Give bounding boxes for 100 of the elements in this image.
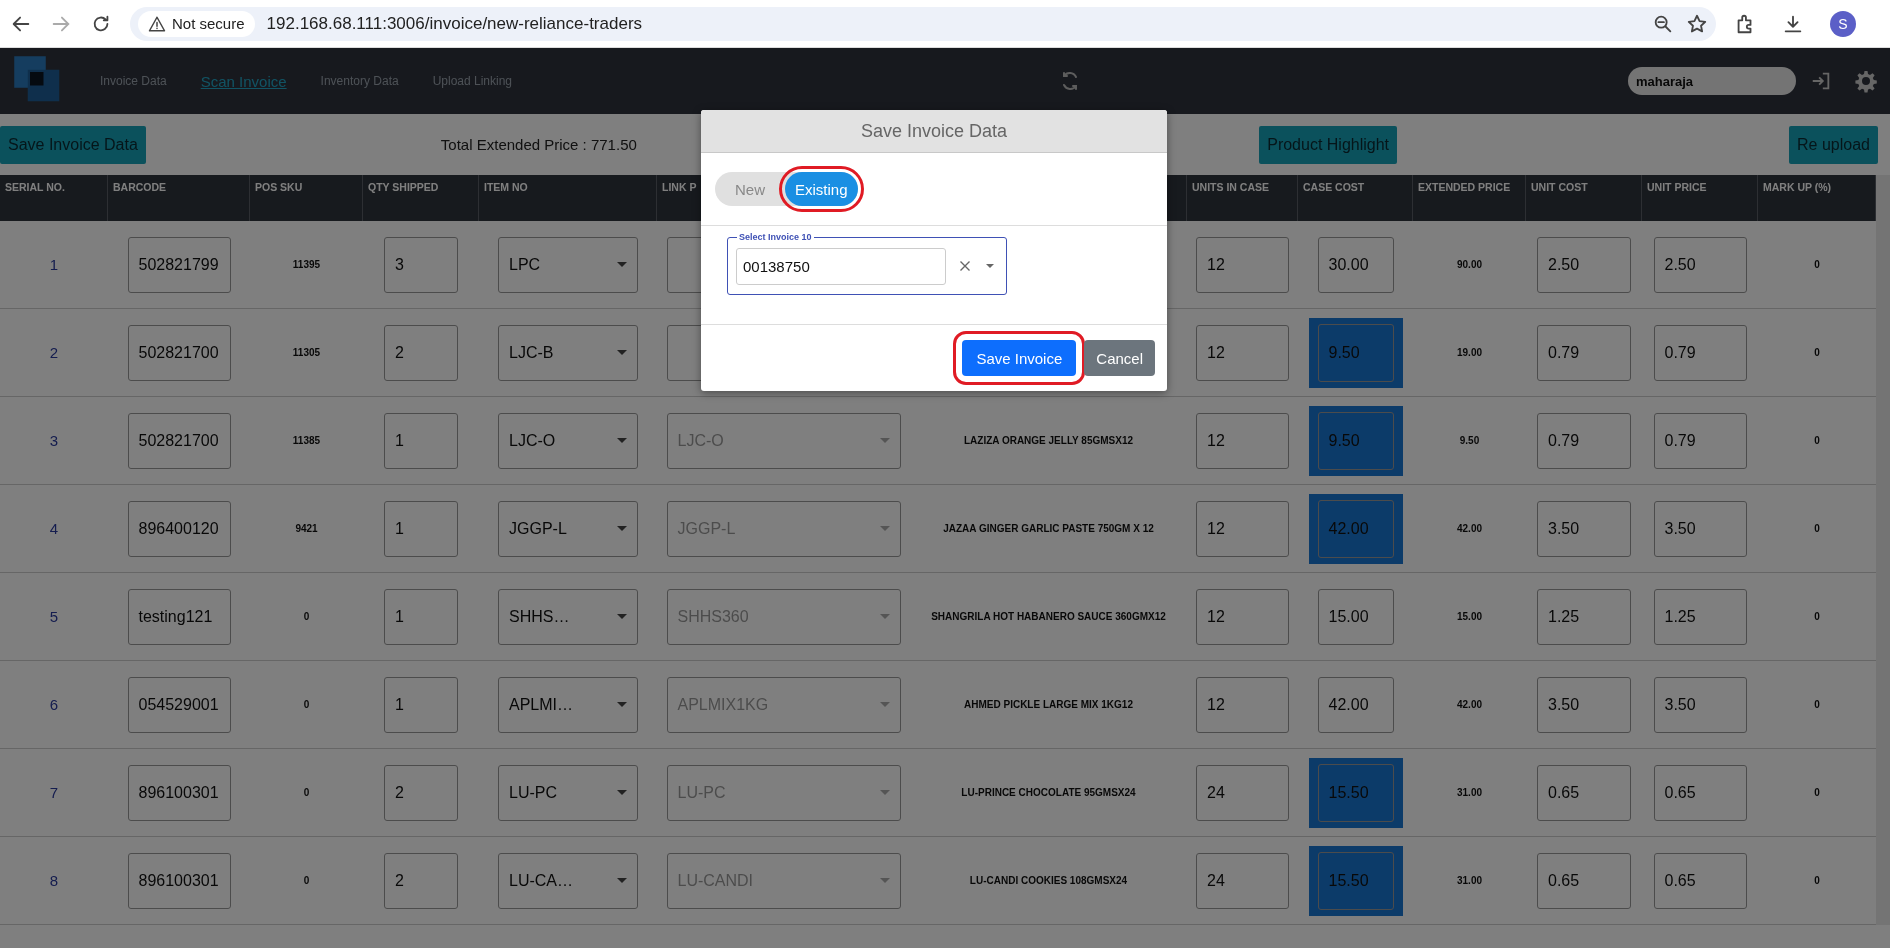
barcode-field[interactable]: 896400120 [127,500,231,557]
extended-price-text: 9.50 [1459,435,1480,446]
warning-icon [148,14,166,33]
units-field[interactable]: 12 [1196,236,1289,293]
unit-price-field[interactable]: 0.79 [1653,412,1747,469]
quantity-field[interactable]: 2 [384,764,458,821]
url-text[interactable]: 192.168.68.111:3006/invoice/new-reliance-traders [266,13,643,34]
profile-avatar[interactable]: S [1830,10,1856,37]
case-cost-field[interactable]: 42.00 [1317,676,1394,733]
unit-price-field[interactable]: 0.65 [1653,852,1747,909]
unit-price-field[interactable]: 2.50 [1653,236,1747,293]
quantity-field[interactable]: 3 [384,236,458,293]
security-chip[interactable]: Not secure [138,10,255,37]
case-cost-field[interactable]: 15.00 [1317,588,1394,645]
sku-text: 0 [303,611,310,622]
sku-text: 11385 [292,435,321,446]
markup-text: 0 [1814,787,1820,798]
serial-number: 2 [49,344,59,361]
user-field[interactable]: maharaja [1628,67,1796,95]
quantity-field[interactable]: 1 [384,676,458,733]
item-select[interactable]: SHHS… [498,588,638,645]
barcode-field[interactable]: 502821700 [127,324,231,381]
mode-toggle[interactable]: New [715,172,785,206]
serial-number: 8 [49,872,59,889]
serial-number: 4 [49,520,59,537]
sku-text: 0 [303,875,310,886]
sku-text: 9421 [295,523,318,534]
item-select[interactable]: JGGP-L [498,500,638,557]
item-select[interactable]: LU-CA… [498,852,638,909]
units-field[interactable]: 12 [1196,412,1289,469]
unit-price-field[interactable]: 0.65 [1653,764,1747,821]
unit-cost-field[interactable]: 0.79 [1537,324,1631,381]
units-field[interactable]: 12 [1196,676,1289,733]
serial-number: 3 [49,432,59,449]
total-price-text: Total Extended Price : 771.50 [440,136,637,153]
sku-text: 0 [303,787,310,798]
description-text: LU-CANDI COOKIES 108GMSX24 [969,875,1128,886]
description-text: JAZAA GINGER GARLIC PASTE 750GM X 12 [943,523,1154,534]
serial-number: 7 [49,784,59,801]
barcode-field[interactable]: 896100301 [127,764,231,821]
barcode-field[interactable]: 054529001 [127,676,231,733]
serial-number: 6 [49,696,59,713]
quantity-field[interactable]: 1 [384,500,458,557]
unit-cost-field[interactable]: 3.50 [1537,676,1631,733]
description-text: SHANGRILA HOT HABANERO SAUCE 360GMX12 [931,611,1166,622]
description-text: AHMED PICKLE LARGE MIX 1KG12 [964,699,1133,710]
markup-text: 0 [1814,699,1820,710]
serial-number: 5 [49,608,59,625]
unit-cost-field[interactable]: 0.65 [1537,852,1631,909]
units-field[interactable]: 24 [1196,764,1289,821]
item-select[interactable]: LPC [498,236,638,293]
units-field[interactable]: 24 [1196,852,1289,909]
description-text: LAZIZA ORANGE JELLY 85GMSX12 [963,435,1134,446]
barcode-field[interactable]: 896100301 [127,852,231,909]
sku-text: 0 [303,699,310,710]
quantity-field[interactable]: 2 [384,852,458,909]
sku-text: 11305 [292,347,321,358]
barcode-field[interactable]: testing121 [127,588,231,645]
item-select[interactable]: LJC-O [498,412,638,469]
case-cost-field[interactable]: 30.00 [1317,236,1394,293]
star-icon[interactable] [1686,12,1708,35]
markup-text: 0 [1814,523,1820,534]
units-field[interactable]: 12 [1196,500,1289,557]
unit-price-field[interactable]: 3.50 [1653,676,1747,733]
sku-text: 11395 [292,259,321,270]
extended-price-text: 42.00 [1457,523,1482,534]
unit-cost-field[interactable]: 0.79 [1537,412,1631,469]
unit-cost-field[interactable]: 1.25 [1537,588,1631,645]
extended-price-text: 31.00 [1457,787,1482,798]
cancel-button[interactable]: Cancel [1084,340,1155,376]
unit-cost-field[interactable]: 0.65 [1537,764,1631,821]
unit-price-field[interactable]: 0.79 [1653,324,1747,381]
extended-price-text: 42.00 [1457,699,1482,710]
quantity-field[interactable]: 2 [384,324,458,381]
barcode-field[interactable]: 502821700 [127,412,231,469]
unit-cost-field[interactable]: 2.50 [1537,236,1631,293]
barcode-field[interactable]: 502821799 [127,236,231,293]
extended-price-text: 15.00 [1457,611,1482,622]
markup-text: 0 [1814,611,1820,622]
markup-text: 0 [1814,259,1820,270]
markup-text: 0 [1814,347,1820,358]
quantity-field[interactable]: 1 [384,412,458,469]
unit-price-field[interactable]: 1.25 [1653,588,1747,645]
units-field[interactable]: 12 [1196,588,1289,645]
serial-number: 1 [49,256,59,273]
settings-icon[interactable] [1854,69,1878,93]
modal-title: Save Invoice Data [701,110,1167,153]
unit-cost-field[interactable]: 3.50 [1537,500,1631,557]
item-select[interactable]: APLMI… [498,676,638,733]
item-select[interactable]: LU-PC [498,764,638,821]
description-text: LU-PRINCE CHOCOLATE 95GMSX24 [961,787,1136,798]
quantity-field[interactable]: 1 [384,588,458,645]
item-select[interactable]: LJC-B [498,324,638,381]
markup-text: 0 [1814,435,1820,446]
units-field[interactable]: 12 [1196,324,1289,381]
extended-price-text: 19.00 [1457,347,1482,358]
unit-price-field[interactable]: 3.50 [1653,500,1747,557]
extended-price-text: 31.00 [1457,875,1482,886]
logout-icon[interactable] [1810,70,1832,92]
markup-text: 0 [1814,875,1820,886]
